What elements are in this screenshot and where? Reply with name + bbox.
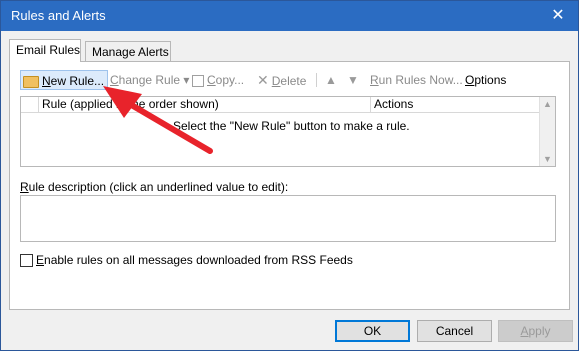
column-header-actions[interactable]: Actions — [371, 97, 540, 113]
run-label: un Rules Now... — [378, 73, 463, 87]
copy-label-accel: C — [207, 73, 216, 87]
tab-manage-alerts-label: Manage Alerts — [92, 45, 169, 59]
copy-icon — [192, 74, 204, 87]
rules-list-header: Rule (applied in the order shown) Action… — [21, 97, 540, 113]
rules-list-scrollbar[interactable]: ▲ ▼ — [539, 97, 555, 166]
new-rule-label-accel: N — [42, 74, 51, 88]
rules-and-alerts-dialog: Rules and Alerts ✕ Manage Alerts Email R… — [0, 0, 579, 351]
delete-rule-button[interactable]: ✕ Delete — [257, 70, 306, 90]
scroll-up-icon[interactable]: ▲ — [543, 99, 552, 109]
column-header-rule[interactable]: Rule (applied in the order shown) — [39, 97, 371, 113]
rules-list[interactable]: Rule (applied in the order shown) Action… — [20, 96, 556, 167]
ok-button[interactable]: OK — [335, 320, 410, 342]
change-rule-label: hange Rule ▾ — [118, 73, 190, 87]
rule-description-label-text: ule description (click an underlined val… — [28, 180, 289, 194]
tab-email-rules-label: Email Rules — [16, 43, 81, 57]
rules-list-empty-message: Select the "New Rule" button to make a r… — [173, 119, 410, 133]
new-rule-icon — [23, 75, 39, 88]
options-label-accel: O — [465, 73, 475, 87]
rules-toolbar: New Rule... Change Rule ▾ Copy... ✕ Delet… — [20, 70, 560, 90]
change-rule-label-accel: C — [110, 73, 119, 87]
toolbar-separator — [316, 73, 317, 87]
cancel-button[interactable]: Cancel — [417, 320, 492, 342]
apply-label: pply — [528, 324, 551, 338]
delete-label: elete — [280, 74, 307, 88]
new-rule-button[interactable]: New Rule... — [20, 70, 108, 90]
copy-rule-button[interactable]: Copy... — [192, 70, 244, 90]
options-label: ptions — [474, 73, 507, 87]
run-label-accel: R — [370, 73, 379, 87]
column-header-enabled[interactable] — [21, 97, 39, 113]
close-icon[interactable]: ✕ — [548, 5, 568, 25]
delete-icon: ✕ — [257, 72, 269, 88]
apply-button[interactable]: Apply — [498, 320, 573, 342]
rss-label-text: nable rules on all messages downloaded f… — [44, 253, 353, 267]
window-title: Rules and Alerts — [11, 8, 106, 23]
move-up-icon[interactable]: ▲ — [325, 70, 337, 90]
rule-description-box[interactable] — [20, 195, 556, 242]
email-rules-panel: New Rule... Change Rule ▾ Copy... ✕ Delet… — [9, 61, 570, 310]
tab-manage-alerts[interactable]: Manage Alerts — [85, 41, 171, 61]
rss-rules-checkbox[interactable] — [20, 254, 33, 267]
tab-email-rules[interactable]: Email Rules — [9, 39, 81, 62]
run-rules-now-button[interactable]: Run Rules Now... — [370, 70, 463, 90]
rule-description-label: Rule description (click an underlined va… — [20, 180, 288, 194]
scroll-down-icon[interactable]: ▼ — [543, 154, 552, 164]
rule-description-label-accel: R — [20, 180, 29, 194]
change-rule-button[interactable]: Change Rule ▾ — [110, 70, 189, 90]
copy-label: opy... — [215, 73, 245, 87]
move-down-icon[interactable]: ▼ — [347, 70, 359, 90]
new-rule-label: ew Rule... — [50, 74, 105, 88]
rss-rules-label[interactable]: Enable rules on all messages downloaded … — [36, 253, 353, 267]
options-button[interactable]: Options — [465, 70, 506, 90]
apply-label-accel: A — [520, 324, 529, 338]
rss-label-accel: E — [36, 253, 45, 267]
title-bar: Rules and Alerts ✕ — [1, 1, 578, 31]
